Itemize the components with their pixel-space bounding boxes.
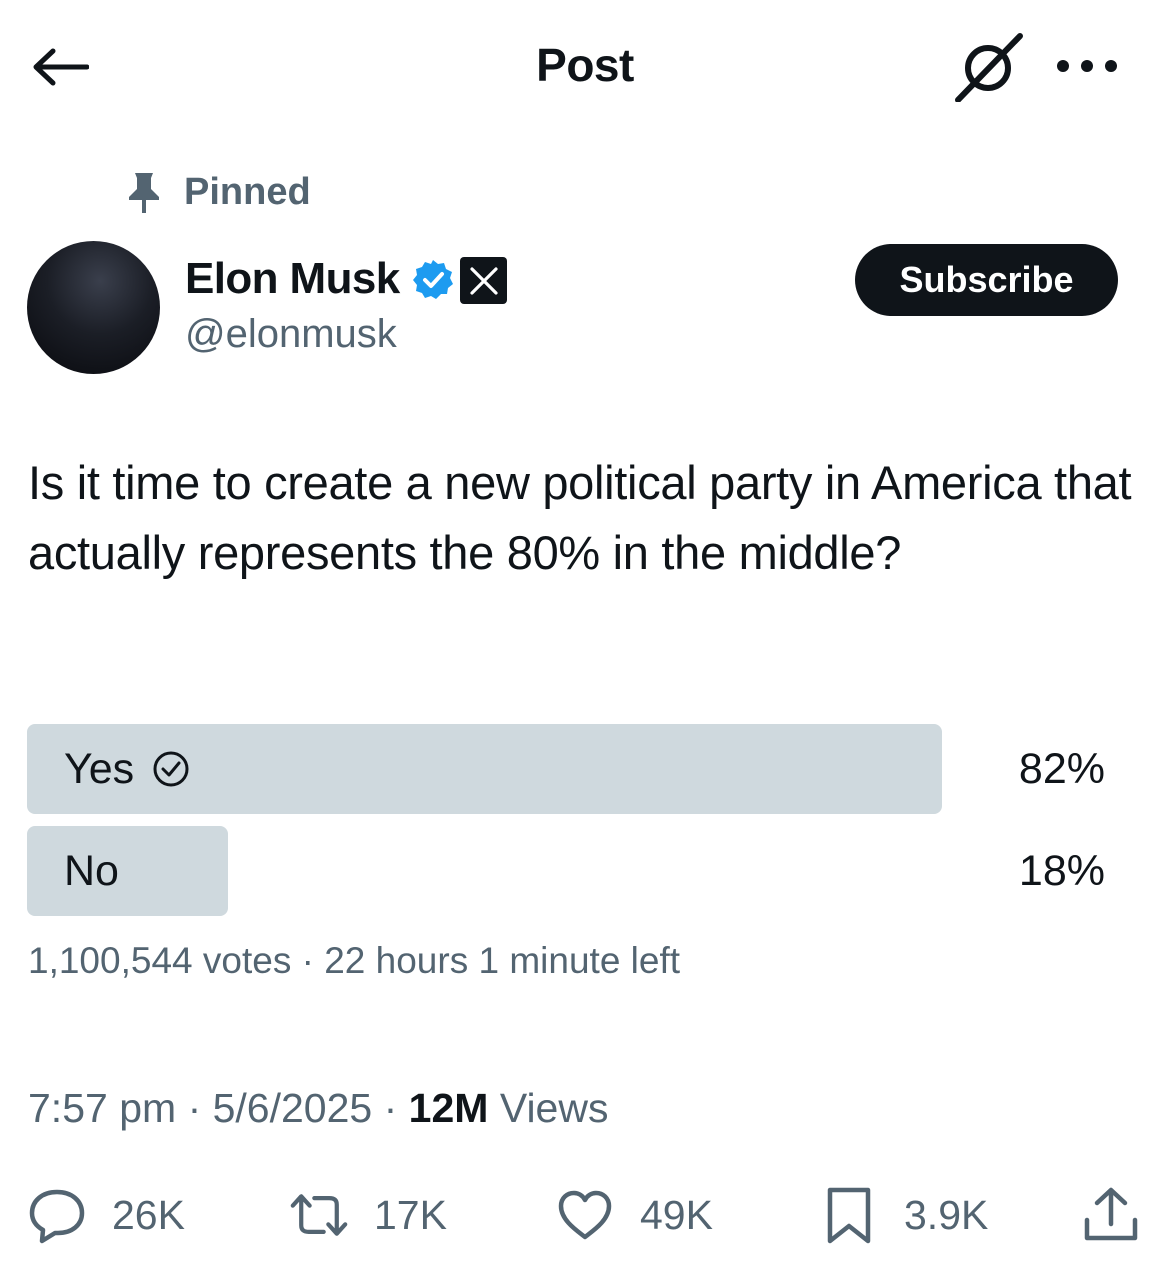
tweet-text: Is it time to create a new political par… — [28, 456, 1132, 579]
x-logo-icon — [469, 266, 498, 295]
views-count[interactable]: 12M — [409, 1085, 489, 1131]
post-time[interactable]: 7:57 pm — [28, 1085, 176, 1131]
pinned-indicator: Pinned — [124, 170, 311, 214]
avatar[interactable] — [27, 241, 160, 374]
poll-option-yes[interactable]: Yes 82% — [27, 724, 1117, 814]
poll-option-text: No — [64, 846, 119, 895]
poll-option-no[interactable]: No 18% — [27, 826, 1117, 916]
poll-bar-no — [27, 826, 228, 916]
pinned-label: Pinned — [184, 170, 311, 213]
reply-count: 26K — [112, 1191, 185, 1238]
post-date[interactable]: 5/6/2025 — [213, 1085, 373, 1131]
poll-summary: 1,100,544 votes · 22 hours 1 minute left — [28, 940, 680, 982]
reply-button[interactable]: 26K — [28, 1170, 185, 1260]
views-label: Views — [499, 1085, 609, 1131]
poll-option-percent: 82% — [1018, 744, 1105, 793]
repost-button[interactable]: 17K — [290, 1170, 447, 1260]
share-button[interactable] — [1082, 1170, 1140, 1260]
poll-option-percent: 18% — [1018, 846, 1105, 895]
top-bar: Post — [0, 0, 1170, 130]
post-timestamp: 7:57 pm · 5/6/2025 · 12M Views — [28, 1085, 608, 1132]
share-icon — [1084, 1187, 1138, 1241]
repost-icon — [290, 1194, 348, 1236]
more-horizontal-icon — [1057, 60, 1117, 72]
affiliation-badge[interactable] — [460, 257, 507, 304]
more-options-button[interactable] — [1052, 44, 1122, 88]
reply-icon — [29, 1189, 85, 1244]
poll-option-label: Yes — [64, 724, 190, 814]
poll-time-left: 22 hours 1 minute left — [324, 940, 681, 981]
repost-count: 17K — [374, 1191, 447, 1238]
like-count: 49K — [640, 1191, 713, 1238]
separator-dot: · — [383, 1085, 409, 1131]
author-name[interactable]: Elon Musk — [185, 254, 400, 304]
author-handle[interactable]: @elonmusk — [185, 312, 397, 357]
bookmark-count: 3.9K — [904, 1191, 989, 1238]
subscribe-button[interactable]: Subscribe — [855, 244, 1118, 316]
poll-option-text: Yes — [64, 744, 135, 793]
poll-votes: 1,100,544 votes — [28, 940, 292, 981]
like-button[interactable]: 49K — [556, 1170, 713, 1260]
poll-option-label: No — [64, 826, 119, 916]
grok-button[interactable] — [954, 30, 1026, 102]
check-circle-icon — [153, 751, 189, 787]
separator-dot: · — [187, 1085, 213, 1131]
separator-dot: · — [301, 940, 325, 981]
bookmark-icon — [827, 1187, 871, 1244]
bookmark-button[interactable]: 3.9K — [820, 1170, 988, 1260]
heart-icon — [558, 1190, 612, 1240]
action-bar: 26K 17K 49K 3.9K — [0, 1170, 1170, 1260]
pin-icon — [129, 173, 159, 213]
grok-icon — [955, 33, 1023, 102]
verified-badge-icon — [413, 260, 453, 299]
